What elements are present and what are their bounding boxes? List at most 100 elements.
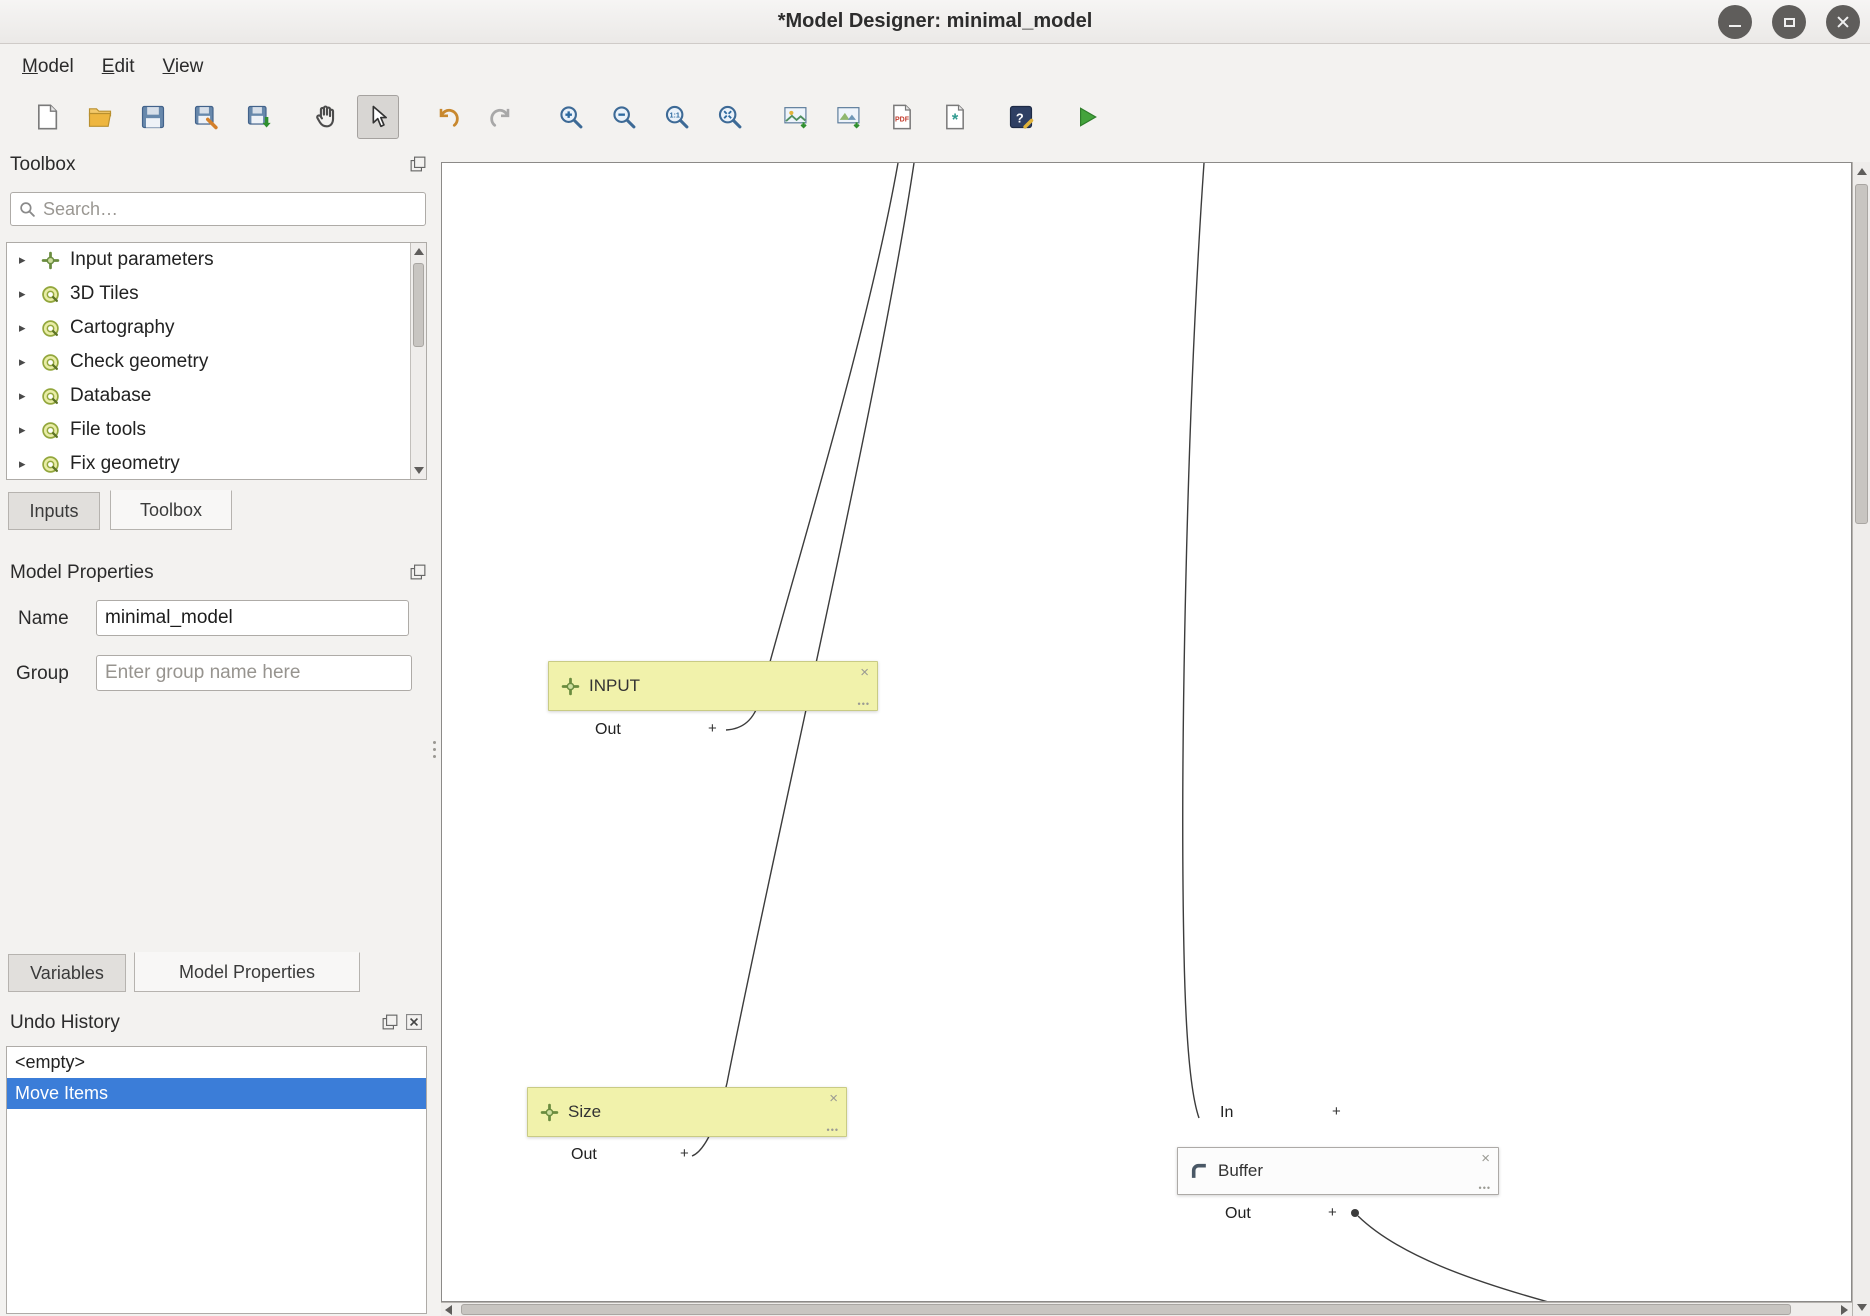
svg-text:?: ? — [1016, 110, 1024, 125]
zoom-in-icon — [557, 103, 585, 131]
edit-model-help-button[interactable]: ? — [1000, 95, 1042, 139]
node-comment-dots-icon[interactable]: ••• — [827, 1125, 839, 1135]
save-model-in-project-button[interactable] — [238, 95, 280, 139]
undo-history-list: <empty> Move Items — [6, 1046, 427, 1314]
open-model-button[interactable] — [79, 95, 121, 139]
close-button[interactable] — [1826, 5, 1860, 39]
tree-item-input-parameters[interactable]: ▸ Input parameters — [7, 243, 426, 277]
maximize-button[interactable] — [1772, 5, 1806, 39]
save-model-as-button[interactable] — [185, 95, 227, 139]
toolbox-search[interactable] — [10, 192, 426, 226]
zoom-out-button[interactable] — [603, 95, 645, 139]
size-out-port-plus[interactable]: + — [680, 1145, 689, 1162]
buffer-out-port-plus[interactable]: + — [1328, 1204, 1337, 1221]
scroll-up-icon[interactable] — [414, 248, 424, 255]
zoom-full-button[interactable] — [709, 95, 751, 139]
expand-arrow-icon[interactable]: ▸ — [19, 286, 31, 302]
tab-toolbox[interactable]: Toolbox — [110, 490, 232, 530]
run-model-button[interactable] — [1066, 95, 1108, 139]
node-collapse-icon[interactable]: × — [829, 1090, 838, 1107]
model-group-field[interactable] — [96, 655, 412, 691]
export-as-pdf-button[interactable]: PDF — [881, 95, 923, 139]
undo-item-move-items[interactable]: Move Items — [7, 1078, 426, 1109]
zoom-actual-button[interactable]: 1:1 — [656, 95, 698, 139]
tree-item-file-tools[interactable]: ▸ File tools — [7, 413, 426, 447]
export-as-image-button[interactable] — [775, 95, 817, 139]
vertical-scrollbar-thumb[interactable] — [1855, 184, 1868, 524]
tree-item-database[interactable]: ▸ Database — [7, 379, 426, 413]
node-collapse-icon[interactable]: × — [1481, 1150, 1490, 1167]
zoom-actual-icon: 1:1 — [663, 103, 691, 131]
tree-item-label: 3D Tiles — [70, 283, 139, 305]
expand-arrow-icon[interactable]: ▸ — [19, 388, 31, 404]
input-out-port-plus[interactable]: + — [708, 720, 717, 737]
search-input[interactable] — [43, 199, 403, 220]
undo-button[interactable] — [427, 95, 469, 139]
tree-item-check-geometry[interactable]: ▸ Check geometry — [7, 345, 426, 379]
wire-to-size-out — [692, 163, 914, 1156]
node-size[interactable]: Size × ••• — [527, 1087, 847, 1137]
expand-arrow-icon[interactable]: ▸ — [19, 422, 31, 438]
node-comment-dots-icon[interactable]: ••• — [858, 699, 870, 709]
scroll-up-icon[interactable] — [1857, 168, 1867, 175]
model-properties-float-button[interactable] — [410, 564, 426, 580]
canvas-horizontal-scrollbar[interactable] — [441, 1302, 1852, 1316]
tree-item-fix-geometry[interactable]: ▸ Fix geometry — [7, 447, 426, 480]
menu-edit[interactable]: Edit — [88, 50, 149, 84]
tree-item-3d-tiles[interactable]: ▸ 3D Tiles — [7, 277, 426, 311]
expand-arrow-icon[interactable]: ▸ — [19, 252, 31, 268]
node-buffer[interactable]: Buffer × ••• — [1177, 1147, 1499, 1195]
sidebar: Toolbox ▸ Input parameters ▸ 3D Tiles ▸ … — [0, 146, 440, 1316]
tree-item-label: Fix geometry — [70, 453, 180, 475]
qgis-provider-icon — [41, 285, 60, 304]
menu-view[interactable]: View — [149, 50, 218, 84]
select-items-tool-button[interactable] — [357, 95, 399, 139]
save-icon — [139, 103, 167, 131]
save-model-button[interactable] — [132, 95, 174, 139]
export-as-svg-button[interactable] — [828, 95, 870, 139]
model-canvas[interactable]: INPUT × ••• Out + Size × ••• Out + In + … — [441, 162, 1852, 1302]
model-name-field[interactable] — [96, 600, 409, 636]
wire-to-input-out — [726, 163, 898, 730]
input-parameter-icon — [41, 251, 60, 270]
undo-item-empty[interactable]: <empty> — [7, 1047, 426, 1078]
scroll-left-icon[interactable] — [445, 1305, 452, 1315]
tab-model-properties[interactable]: Model Properties — [134, 952, 360, 992]
scroll-down-icon[interactable] — [414, 467, 424, 474]
tree-item-cartography[interactable]: ▸ Cartography — [7, 311, 426, 345]
redo-button[interactable] — [480, 95, 522, 139]
tree-scrollbar[interactable] — [410, 243, 426, 479]
parameter-node-icon — [540, 1103, 559, 1122]
horizontal-scrollbar-thumb[interactable] — [461, 1304, 1791, 1315]
scroll-down-icon[interactable] — [1857, 1304, 1867, 1311]
new-model-button[interactable] — [26, 95, 68, 139]
tab-inputs[interactable]: Inputs — [8, 492, 100, 530]
pan-tool-button[interactable] — [304, 95, 346, 139]
group-label: Group — [16, 663, 69, 685]
buffer-out-port-socket[interactable] — [1351, 1209, 1359, 1217]
expand-arrow-icon[interactable]: ▸ — [19, 320, 31, 336]
tab-variables[interactable]: Variables — [8, 954, 126, 992]
zoom-in-button[interactable] — [550, 95, 592, 139]
buffer-algorithm-icon — [1190, 1162, 1209, 1181]
export-as-script-button[interactable]: * — [934, 95, 976, 139]
expand-arrow-icon[interactable]: ▸ — [19, 354, 31, 370]
undo-history-float-button[interactable] — [382, 1014, 398, 1030]
menu-model[interactable]: Model — [8, 50, 88, 84]
svg-text:1:1: 1:1 — [669, 111, 679, 120]
save-as-icon — [192, 103, 220, 131]
minimize-button[interactable] — [1718, 5, 1752, 39]
buffer-out-port-label: Out — [1225, 1205, 1251, 1223]
node-comment-dots-icon[interactable]: ••• — [1479, 1183, 1491, 1193]
scroll-right-icon[interactable] — [1841, 1305, 1848, 1315]
panel-splitter-handle[interactable] — [430, 734, 438, 764]
undo-history-close-button[interactable] — [406, 1014, 422, 1030]
buffer-in-port-plus[interactable]: + — [1332, 1103, 1341, 1120]
expand-arrow-icon[interactable]: ▸ — [19, 456, 31, 472]
canvas-vertical-scrollbar[interactable] — [1852, 162, 1870, 1316]
toolbox-float-button[interactable] — [410, 156, 426, 172]
tree-scrollbar-thumb[interactable] — [413, 263, 424, 347]
node-collapse-icon[interactable]: × — [860, 664, 869, 681]
node-input[interactable]: INPUT × ••• — [548, 661, 878, 711]
menubar: Model Edit View — [0, 45, 1870, 88]
